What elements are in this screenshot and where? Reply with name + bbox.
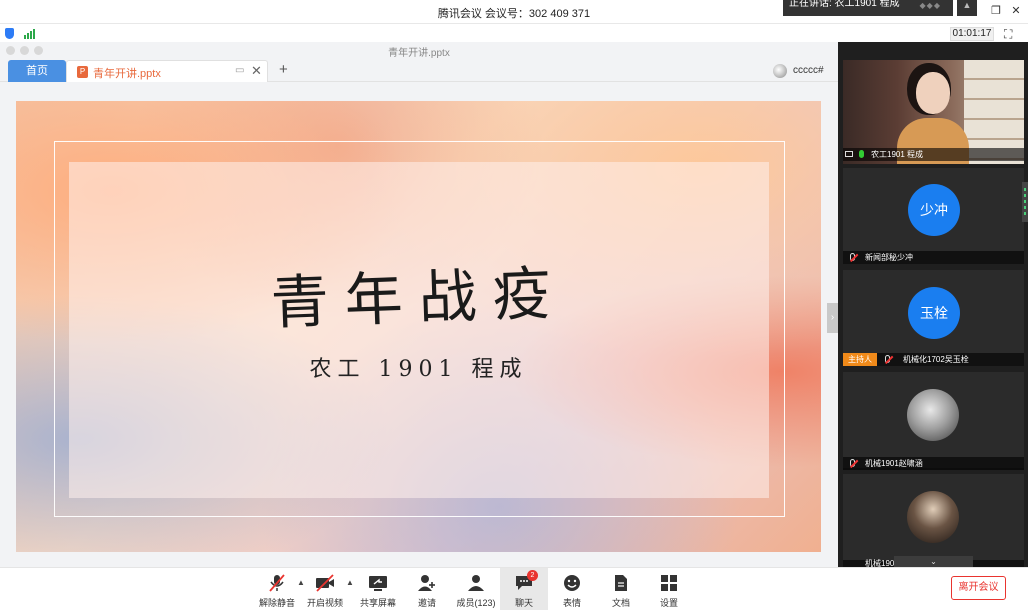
emoji-button[interactable]: 表情 — [548, 568, 596, 610]
share-screen-icon — [369, 576, 387, 591]
collapse-speaker-icon[interactable]: ▲ — [957, 0, 977, 16]
mic-on-icon — [859, 150, 864, 158]
tab-home[interactable]: 首页 — [8, 60, 66, 82]
participant-avatar: 玉栓 — [908, 287, 960, 339]
network-signal-icon[interactable] — [24, 29, 36, 39]
settings-icon — [661, 575, 677, 591]
participant-nameplate: 新闻部秘少冲 — [843, 251, 1024, 264]
emoji-icon — [564, 575, 580, 591]
participant-name: 机械化1702吴玉栓 — [903, 355, 969, 364]
mic-muted-icon — [850, 459, 855, 467]
add-tab-icon[interactable]: + — [279, 61, 288, 78]
mic-muted-icon — [885, 355, 890, 363]
tab-pptx[interactable]: P 青年开讲.pptx ▭ ✕ — [66, 60, 268, 82]
doc-window-title: 青年开讲.pptx — [388, 48, 450, 59]
collapse-list-icon[interactable]: ⌄ — [894, 556, 973, 567]
share-screen-button[interactable]: 共享屏幕 — [354, 568, 402, 610]
chat-button[interactable]: 聊天 — [500, 568, 548, 610]
settings-button[interactable]: 设置 — [645, 568, 693, 610]
chat-unread-badge: 2 — [527, 570, 538, 581]
tab-pptx-label: 青年开讲.pptx — [93, 68, 161, 80]
document-icon — [615, 575, 627, 591]
close-tab-icon[interactable]: ✕ — [251, 63, 262, 79]
security-shield-icon[interactable] — [5, 28, 14, 39]
meeting-timer: 01:01:17 — [950, 27, 994, 41]
audio-level-icon: ◆◆◆ — [919, 1, 941, 10]
participant-nameplate: 机械1901赵啸涵 — [843, 457, 1024, 470]
collaborator-avatar[interactable] — [773, 64, 787, 78]
ppt-file-icon: P — [77, 66, 88, 78]
document-button[interactable]: 文档 — [597, 568, 645, 610]
mic-muted-icon — [269, 574, 285, 592]
host-badge: 主持人 — [843, 353, 877, 366]
leave-meeting-button[interactable]: 离开会议 — [951, 576, 1006, 600]
restore-window-icon[interactable]: ❐ — [988, 4, 1004, 17]
members-button[interactable]: 成员(123) — [452, 568, 500, 610]
collapse-panel-icon[interactable]: › — [827, 303, 838, 333]
settings-label: 设置 — [659, 598, 678, 608]
participant-photo-avatar — [907, 491, 959, 543]
participant-name: 新闻部秘少冲 — [865, 253, 913, 262]
participant-nameplate: 农工1901 程成 — [843, 148, 1024, 161]
slide-subtitle: 农工 1901 程成 — [309, 357, 528, 382]
fullscreen-icon[interactable]: ⛶ — [1004, 27, 1012, 42]
presentation-slide: 青年战疫 农工 1901 程成 — [16, 101, 821, 552]
members-icon — [468, 575, 484, 591]
start-video-label: 开启视频 — [306, 598, 343, 608]
participant-name: 农工1901 程成 — [871, 150, 924, 159]
mic-muted-icon — [850, 253, 855, 261]
status-row — [0, 25, 1028, 43]
screen-share-icon — [845, 151, 853, 157]
unmute-button[interactable]: 解除静音 — [253, 568, 301, 610]
participant-photo-avatar — [907, 389, 959, 441]
camera-off-icon — [316, 574, 334, 592]
invite-button[interactable]: 邀请 — [403, 568, 451, 610]
video-options-caret-icon[interactable]: ▲ — [346, 578, 354, 587]
start-video-button[interactable]: 开启视频 — [301, 568, 349, 610]
participant-avatar: 少冲 — [908, 184, 960, 236]
popout-icon[interactable]: ▭ — [235, 65, 244, 76]
volume-meter-icon — [1022, 182, 1028, 222]
collaborator-name[interactable]: ccccc# — [793, 65, 824, 76]
speaking-label: 正在讲话: 农工1901 程成 — [789, 0, 900, 9]
participant-video-face — [916, 72, 950, 114]
speaking-indicator: 正在讲话: 农工1901 程成 ◆◆◆ — [783, 0, 953, 16]
close-window-icon[interactable]: ✕ — [1008, 4, 1024, 17]
participant-name: 机械1901赵啸涵 — [865, 459, 923, 468]
invite-icon — [418, 575, 435, 591]
